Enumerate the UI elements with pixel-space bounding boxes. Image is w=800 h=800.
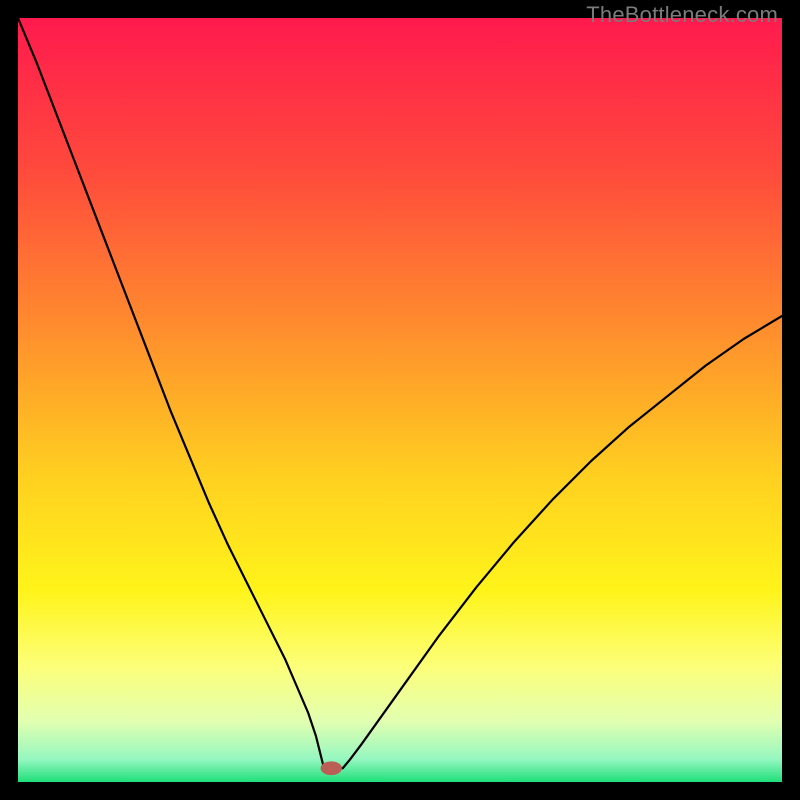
- chart-frame: [18, 18, 782, 782]
- watermark-text: TheBottleneck.com: [586, 2, 778, 28]
- optimum-marker: [321, 761, 342, 775]
- bottleneck-chart: [18, 18, 782, 782]
- gradient-background: [18, 18, 782, 782]
